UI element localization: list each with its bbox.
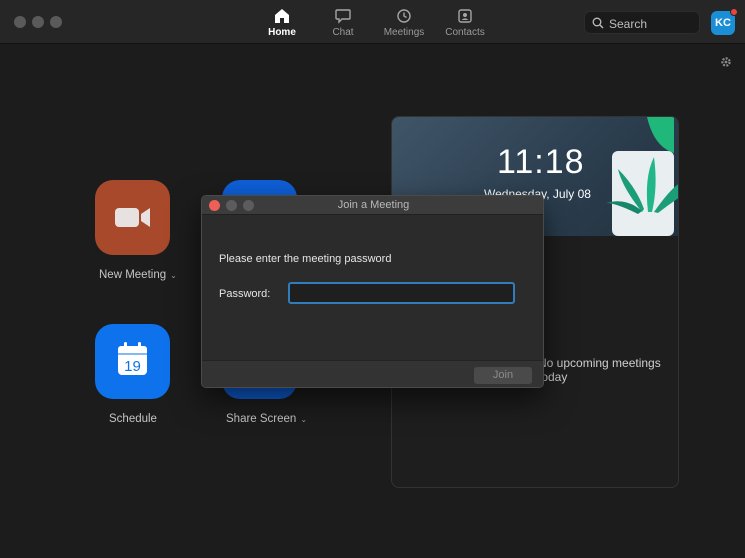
zoom-main-window: Home Chat Meetings Contacts Search KC Ne… [0,0,745,558]
tab-meetings-label: Meetings [383,27,425,38]
tab-home[interactable]: Home [247,8,317,42]
clock-icon [397,9,411,23]
search-label: Search [609,17,648,31]
top-nav-bar: Home Chat Meetings Contacts Search KC [0,0,745,44]
tab-chat-label: Chat [332,27,354,38]
calendar-icon: 19 [118,342,147,375]
dialog-footer: Join [202,360,543,387]
join-submit-button[interactable]: Join [474,367,532,384]
window-close-button[interactable] [14,16,26,28]
dialog-title: Join a Meeting [337,199,410,211]
current-time: 11:18 [497,143,585,181]
tab-chat[interactable]: Chat [308,8,378,42]
calendar-day: 19 [124,358,141,375]
password-label: Password: [219,288,271,300]
notification-dot [730,8,738,16]
home-icon [275,9,289,23]
contacts-icon [458,9,472,23]
tab-home-label: Home [268,27,296,38]
search-box[interactable]: Search [584,11,700,34]
dialog-body: Please enter the meeting password Passwo… [202,216,543,360]
share-screen-label: Share Screen ⌄ [226,413,308,425]
schedule-label: Schedule [109,413,157,425]
password-input[interactable] [288,282,515,304]
chevron-down-icon: ⌄ [300,415,308,424]
password-prompt: Please enter the meeting password [219,253,392,265]
new-meeting-label: New Meeting ⌄ [99,269,177,281]
window-zoom-button[interactable] [50,16,62,28]
video-camera-icon [115,208,150,227]
settings-gear-icon[interactable] [720,56,732,68]
no-meetings-message: No upcoming meetings today [538,356,661,384]
window-minimize-button[interactable] [32,16,44,28]
search-icon [592,17,604,29]
avatar[interactable]: KC [711,8,738,35]
dialog-title-bar: Join a Meeting [202,196,543,215]
schedule-button[interactable]: 19 [95,324,170,399]
tab-meetings[interactable]: Meetings [369,8,439,42]
join-meeting-dialog: Join a Meeting Please enter the meeting … [201,195,544,388]
chevron-down-icon: ⌄ [170,271,177,280]
new-meeting-button[interactable] [95,180,170,255]
tab-contacts-label: Contacts [445,27,485,38]
avatar-initials: KC [715,17,731,29]
tab-contacts[interactable]: Contacts [430,8,500,42]
chat-icon [335,9,351,24]
